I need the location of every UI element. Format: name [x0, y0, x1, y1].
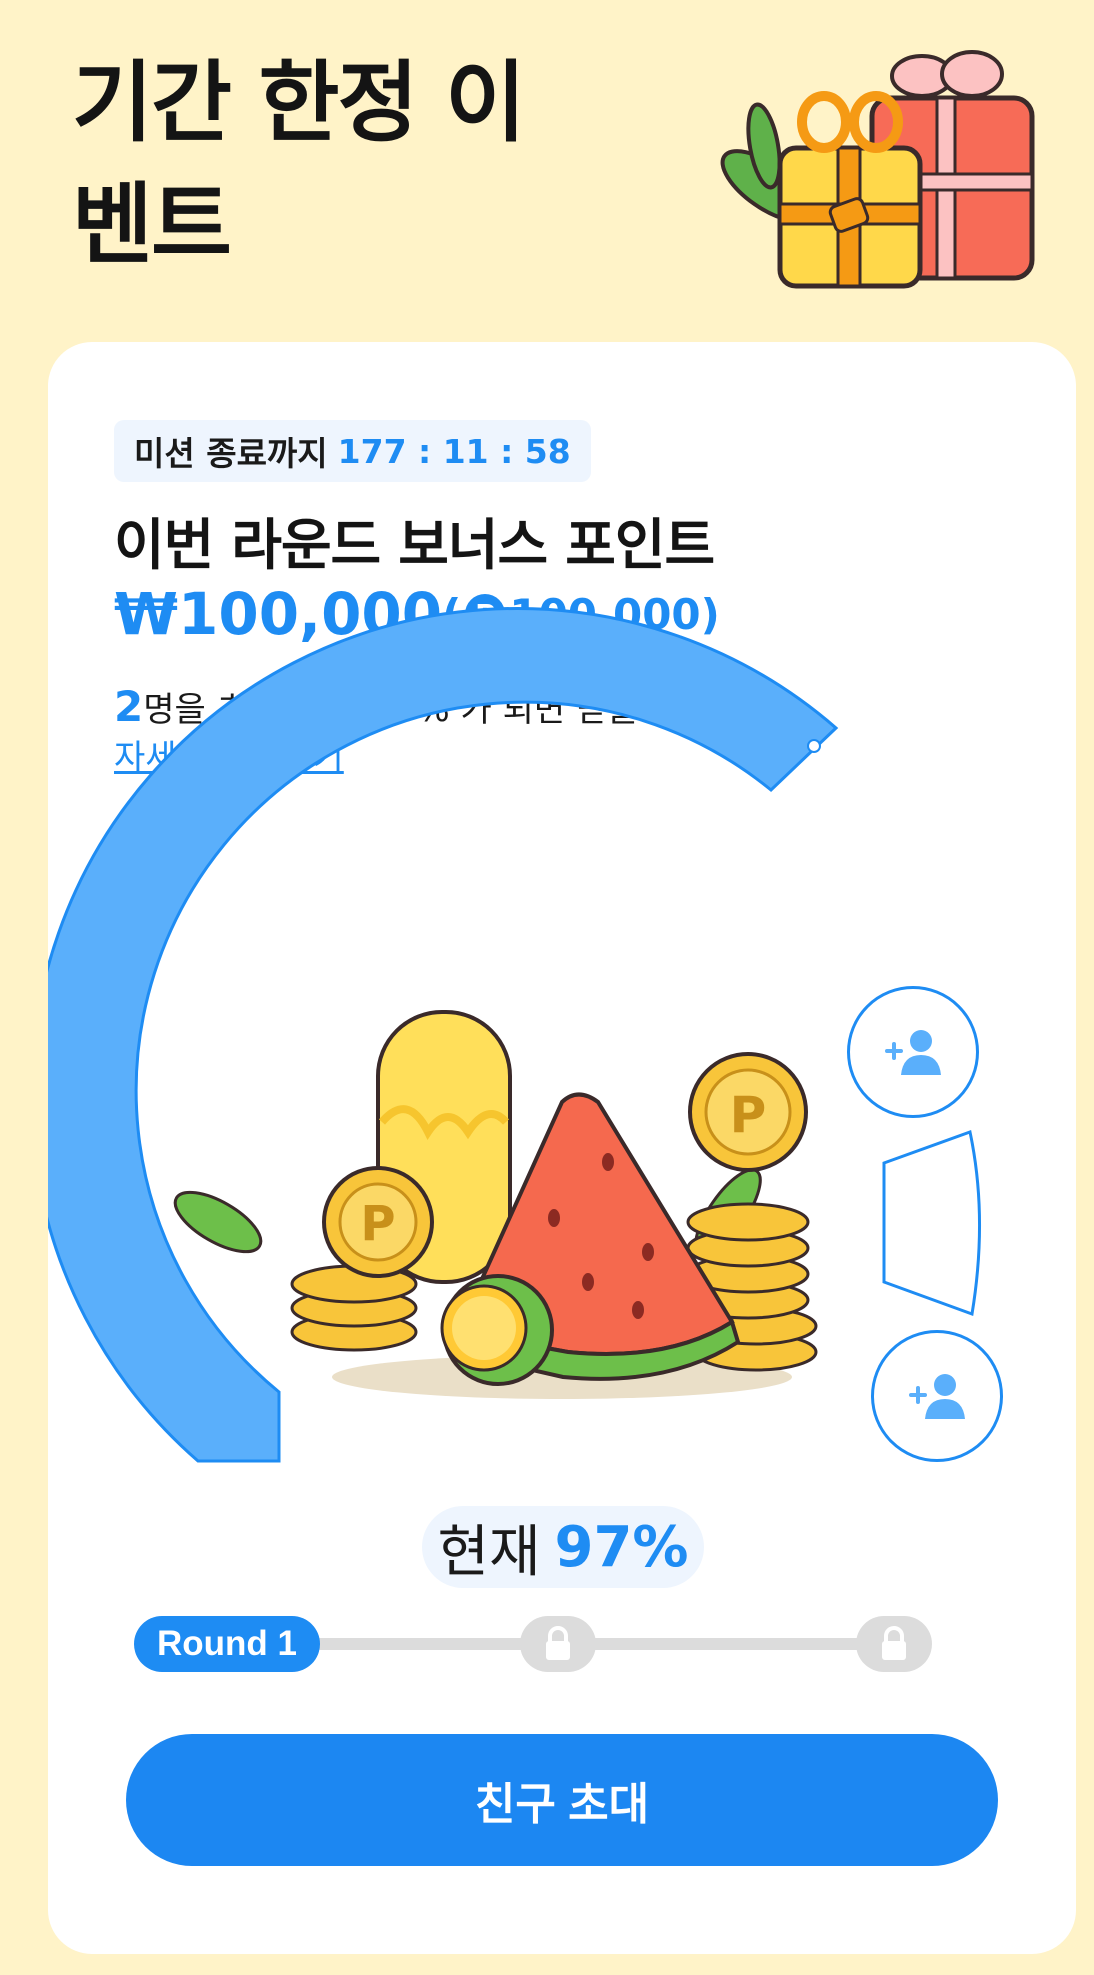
add-friend-slot-2[interactable]: [871, 1330, 1003, 1462]
lock-icon: [546, 1626, 570, 1660]
event-card: 미션 종료까지 177 : 11 : 58 이번 라운드 보너스 포인트 ₩10…: [48, 342, 1076, 1954]
add-person-icon: [885, 1030, 941, 1075]
lemon-half: [440, 1274, 554, 1386]
gauge-end-dot: [807, 739, 821, 753]
current-label: 현재: [437, 1519, 541, 1585]
current-progress: 현재 97%: [422, 1506, 704, 1588]
svg-text:P: P: [360, 1196, 395, 1252]
event-page: 기간 한정 이벤트 미션 종료까지 177 : 11 : 58 이번 라운드 보…: [0, 0, 1094, 1975]
invite-friend-button[interactable]: 친구 초대: [126, 1734, 998, 1866]
round-progress: Round 1: [134, 1616, 940, 1672]
current-percent: 97%: [554, 1514, 689, 1580]
svg-text:P: P: [730, 1086, 767, 1144]
page-title: 기간 한정 이벤트: [72, 51, 526, 276]
gift-boxes-illustration: [720, 50, 1035, 289]
round-2-locked: [520, 1616, 596, 1672]
round-1-badge[interactable]: Round 1: [134, 1616, 320, 1672]
gauge-empty-segment: [882, 1130, 981, 1317]
round-3-locked: [856, 1616, 932, 1672]
reward-illustration: P P: [173, 1010, 818, 1399]
progress-gauge: P P: [48, 607, 981, 1463]
add-person-icon: [909, 1374, 965, 1419]
coin-stack-left: P: [290, 1166, 434, 1352]
lock-icon: [882, 1626, 906, 1660]
add-friend-slot-1[interactable]: [847, 986, 979, 1118]
